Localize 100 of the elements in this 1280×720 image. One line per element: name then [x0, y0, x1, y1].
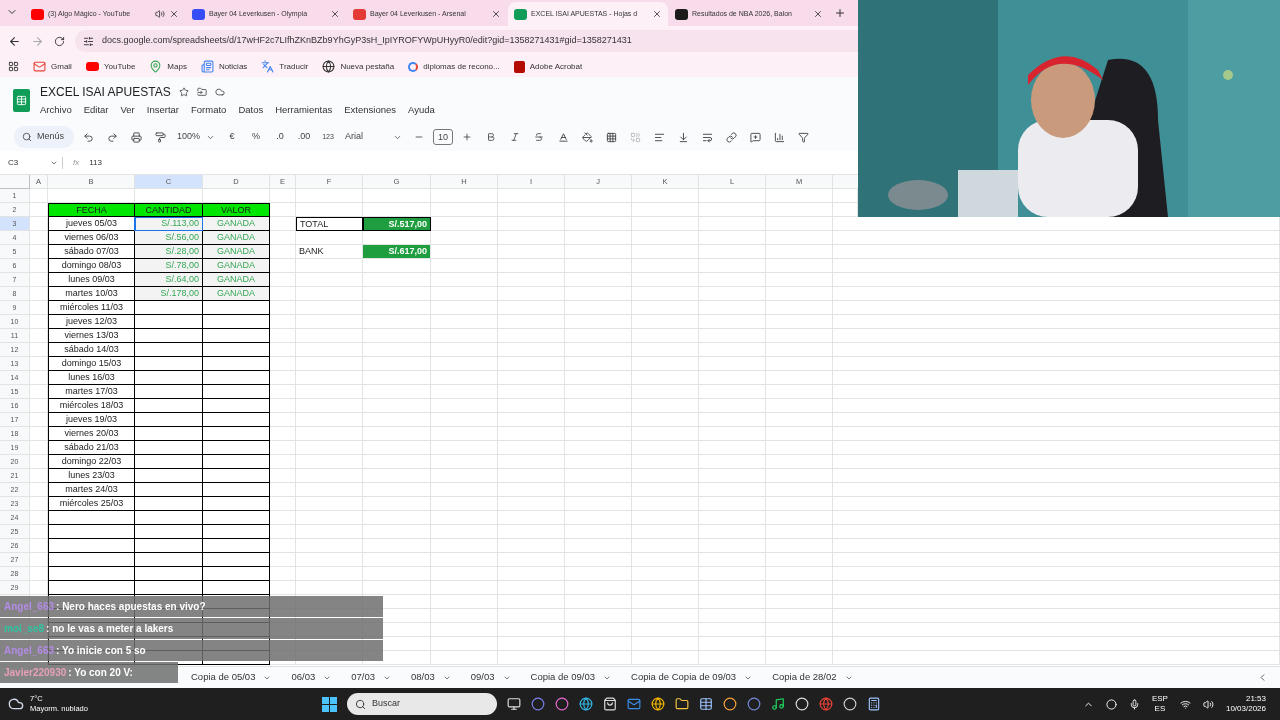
bookmark[interactable]: Nueva pestaña	[322, 60, 395, 73]
table-cell: S/.78,00	[135, 259, 203, 273]
close-icon[interactable]	[491, 9, 501, 19]
table-cell: domingo 15/03	[48, 357, 135, 371]
bookmark[interactable]: YouTube	[85, 60, 136, 73]
table-cell: S/.178,00	[135, 287, 203, 301]
increase-decimals-button[interactable]: .00	[294, 126, 315, 148]
reload-icon[interactable]	[54, 35, 65, 47]
site-settings-icon[interactable]	[83, 35, 94, 47]
store-icon[interactable]	[603, 697, 617, 711]
folder-icon[interactable]	[675, 697, 689, 711]
language-indicator[interactable]: ESP ES	[1151, 694, 1168, 714]
currency-button[interactable]: €	[222, 126, 243, 148]
column-heading: VALOR	[203, 203, 270, 217]
menu-item[interactable]: Insertar	[146, 102, 179, 118]
bookmark[interactable]: Traducir	[261, 60, 309, 73]
windows-start-icon[interactable]	[322, 696, 337, 712]
microphone-icon[interactable]	[1128, 698, 1140, 710]
weather-icon	[8, 696, 24, 712]
flag-icon	[353, 8, 366, 20]
table-cell: GANADA	[203, 231, 270, 245]
new-tab-icon[interactable]	[834, 7, 846, 19]
scores-icon	[675, 8, 688, 20]
chat-username: moi_se8	[4, 622, 45, 636]
chat-text: : Yo inicie con 5 so	[56, 644, 146, 658]
table-cell: GANADA	[203, 287, 270, 301]
sheet-tab[interactable]: Copia de 28/02	[764, 667, 861, 688]
sheet-tab[interactable]: 07/03	[343, 667, 399, 688]
table-cell: sábado 21/03	[48, 441, 135, 455]
chat-username: Angel_663	[4, 600, 55, 614]
menu-item[interactable]: Extensiones	[344, 102, 396, 118]
chat-text: : no le vas a meter a lakers	[46, 622, 174, 636]
chat-text: : Yo con 20 V:	[68, 666, 133, 680]
sheet-tab[interactable]: 09/03	[462, 667, 519, 688]
table-cell: TOTAL	[296, 217, 363, 231]
bookmark[interactable]: Maps	[149, 60, 187, 73]
back-icon[interactable]	[8, 34, 21, 48]
bookmark[interactable]: Adobe Acrobat	[513, 60, 583, 73]
table-cell: S/.56,00	[135, 231, 203, 245]
apps-icon[interactable]	[8, 61, 19, 72]
close-icon[interactable]	[652, 9, 662, 19]
sheet-tab[interactable]: Copia de Copia de 09/03	[623, 667, 761, 688]
spreadsheet-icon	[514, 8, 527, 20]
sheet-tab[interactable]: 06/03	[283, 667, 340, 688]
menu-item[interactable]: Archivo	[40, 102, 72, 118]
calculator-icon[interactable]	[867, 697, 881, 711]
spotify-icon[interactable]	[771, 697, 785, 711]
table-cell: viernes 20/03	[48, 427, 135, 441]
close-icon[interactable]	[330, 9, 340, 19]
task-view-icon[interactable]	[507, 697, 521, 711]
menu-item[interactable]: Datos	[238, 102, 264, 118]
bookmark[interactable]: Gmail	[33, 60, 72, 73]
youtube-icon	[31, 8, 44, 20]
mail-icon[interactable]	[627, 697, 641, 711]
menu-item[interactable]: Formato	[191, 102, 227, 118]
close-icon[interactable]	[169, 9, 179, 19]
document-title: EXCEL ISAI APUESTAS	[40, 83, 171, 101]
bookmark[interactable]: diplomas de recono...	[408, 60, 500, 73]
table-cell: GANADA	[203, 217, 270, 231]
menu-item[interactable]: Ver	[120, 102, 135, 118]
table-cell: jueves 12/03	[48, 315, 135, 329]
table-cell: viernes 13/03	[48, 329, 135, 343]
mail-icon	[33, 60, 46, 73]
move-icon[interactable]	[196, 86, 207, 97]
menu-item[interactable]: Herramientas	[275, 102, 333, 118]
zoom-dropdown[interactable]: 100%	[174, 126, 219, 148]
percent-button[interactable]: %	[246, 126, 267, 148]
clock[interactable]: 21:53 10/03/2026	[1225, 694, 1266, 714]
formula-field[interactable]: 113	[89, 156, 102, 169]
menu-item[interactable]: Editar	[83, 102, 109, 118]
search-icon	[355, 698, 366, 710]
table-cell: S/.617,00	[363, 245, 431, 259]
menu-item[interactable]: Ayuda	[408, 102, 435, 118]
sheet-tab[interactable]: Copia de 09/03	[522, 667, 620, 688]
globe-icon	[322, 60, 336, 73]
table-cell: martes 24/03	[48, 483, 135, 497]
sheet-tab[interactable]: 08/03	[403, 667, 459, 688]
star-icon[interactable]	[178, 86, 189, 97]
network-icon[interactable]	[1179, 698, 1191, 710]
search-icon	[22, 132, 32, 142]
sheet-tab[interactable]: Copia de 05/03	[183, 667, 280, 688]
table-cell: S/.64,00	[135, 273, 203, 287]
table-cell: GANADA	[203, 259, 270, 273]
bookmark[interactable]: Noticias	[200, 60, 248, 73]
volume-icon[interactable]	[1202, 698, 1214, 710]
cloud-icon[interactable]	[214, 86, 225, 97]
table-cell: lunes 23/03	[48, 469, 135, 483]
name-box[interactable]: C3	[8, 156, 63, 169]
chat-username: Javier220930	[4, 666, 67, 680]
font-dropdown[interactable]: Arial	[342, 126, 406, 148]
address-bar[interactable]: docs.google.com/spreadsheets/d/17wHF2c7LIfhZKnBZb9YhGyP3sH_IpIYROFYWpUHyyR0/edit?gid=1358271431#gid=1358271431	[75, 30, 858, 52]
close-icon[interactable]	[813, 9, 823, 19]
table-cell: sábado 14/03	[48, 343, 135, 357]
taskbar-search-field[interactable]: Buscar	[347, 693, 497, 715]
table-cell: lunes 16/03	[48, 371, 135, 385]
function-icon: fx	[73, 156, 80, 169]
decrease-decimals-button[interactable]: .0	[270, 126, 291, 148]
menu-search-field[interactable]: Menús	[14, 126, 74, 148]
table-cell: martes 17/03	[48, 385, 135, 399]
font-size-field[interactable]: 10	[433, 129, 454, 145]
